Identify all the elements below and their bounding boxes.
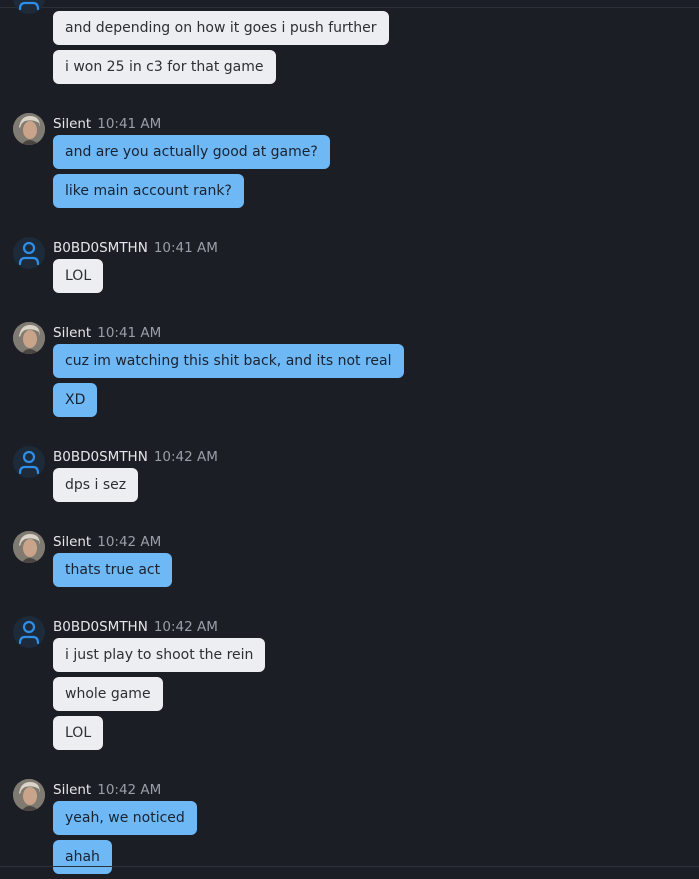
- sender-name[interactable]: Silent: [53, 325, 91, 341]
- message-bubble[interactable]: whole game: [53, 677, 163, 711]
- default-user-icon[interactable]: [13, 446, 45, 478]
- timestamp: 10:42 AM: [97, 782, 162, 798]
- sender-name[interactable]: B0BD0SMTHN: [53, 619, 148, 635]
- timestamp: 10:41 AM: [97, 325, 162, 341]
- timestamp: 10:42 AM: [153, 449, 218, 465]
- message-header: Silent 10:41 AM: [53, 113, 162, 132]
- message-bubble[interactable]: i won 25 in c3 for that game: [53, 50, 276, 84]
- message-bubble[interactable]: thats true act: [53, 553, 173, 587]
- silent-avatar[interactable]: [13, 113, 45, 145]
- message-bubble[interactable]: cuz im watching this shit back, and its …: [53, 344, 404, 378]
- message-header: Silent 10:42 AM: [53, 779, 162, 798]
- message-bubble[interactable]: ahah: [53, 840, 112, 874]
- message-header: B0BD0SMTHN 10:42 AM: [53, 446, 218, 465]
- sender-name[interactable]: B0BD0SMTHN: [53, 240, 148, 256]
- message-bubble[interactable]: LOL: [53, 259, 104, 293]
- message-header: B0BD0SMTHN 10:41 AM: [53, 237, 218, 256]
- silent-avatar[interactable]: [13, 779, 45, 811]
- timestamp: 10:41 AM: [153, 240, 218, 256]
- sender-name[interactable]: Silent: [53, 534, 91, 550]
- timestamp: 10:41 AM: [97, 116, 162, 132]
- message-bubble[interactable]: dps i sez: [53, 468, 139, 502]
- message-bubble[interactable]: yeah, we noticed: [53, 801, 197, 835]
- sender-name[interactable]: Silent: [53, 782, 91, 798]
- message-bubble[interactable]: LOL: [53, 716, 104, 750]
- message-bubble[interactable]: i just play to shoot the rein: [53, 638, 266, 672]
- silent-avatar[interactable]: [13, 322, 45, 354]
- default-user-icon[interactable]: [13, 0, 45, 14]
- default-user-icon[interactable]: [13, 237, 45, 269]
- message-bubble[interactable]: XD: [53, 383, 98, 417]
- message-header: Silent 10:42 AM: [53, 531, 162, 550]
- timestamp: 10:42 AM: [97, 534, 162, 550]
- sender-name[interactable]: Silent: [53, 116, 91, 132]
- chat-message-list[interactable]: and depending on how it goes i push furt…: [0, 0, 699, 874]
- sender-name[interactable]: B0BD0SMTHN: [53, 449, 148, 465]
- silent-avatar[interactable]: [13, 531, 45, 563]
- message-bubble[interactable]: and depending on how it goes i push furt…: [53, 11, 389, 45]
- message-bubble[interactable]: and are you actually good at game?: [53, 135, 330, 169]
- default-user-icon[interactable]: [13, 616, 45, 648]
- message-header: Silent 10:41 AM: [53, 322, 162, 341]
- bottom-divider: [0, 866, 699, 867]
- message-header: B0BD0SMTHN 10:42 AM: [53, 616, 218, 635]
- message-bubble[interactable]: like main account rank?: [53, 174, 244, 208]
- top-divider: [0, 7, 699, 8]
- timestamp: 10:42 AM: [153, 619, 218, 635]
